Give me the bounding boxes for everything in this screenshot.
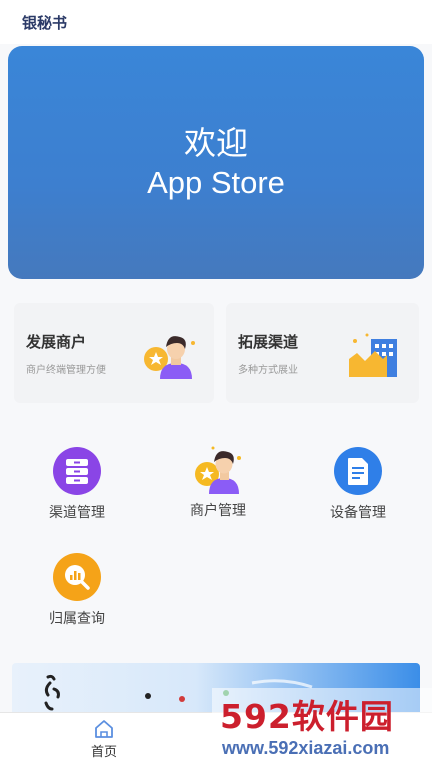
grid-item-label: 商户管理 bbox=[190, 503, 246, 519]
grid-item-label: 渠道管理 bbox=[49, 505, 105, 521]
grid-item-channel-management[interactable]: 渠道管理 bbox=[22, 446, 132, 522]
watermark-url: www.592xiazai.com bbox=[222, 738, 390, 758]
grid-item-device-management[interactable]: 设备管理 bbox=[303, 446, 413, 522]
search-chart-icon bbox=[53, 553, 101, 601]
merchant-avatar-icon bbox=[195, 446, 241, 494]
watermark-brand: 592软件园 bbox=[220, 697, 394, 736]
grid-item-merchant-management[interactable]: 商户管理 bbox=[163, 444, 273, 520]
app-title: 银秘书 bbox=[22, 14, 68, 32]
banner-welcome-text: 欢迎 bbox=[183, 123, 248, 162]
grid-item-label: 设备管理 bbox=[330, 505, 386, 521]
top-bar: 银秘书 bbox=[0, 0, 432, 44]
channel-icon bbox=[53, 447, 101, 495]
expand-channel-card[interactable]: 拓展渠道 多种方式展业 bbox=[226, 303, 419, 403]
welcome-banner[interactable]: 欢迎 App Store bbox=[8, 46, 424, 279]
grid-item-ownership-query[interactable]: 归属查询 bbox=[22, 552, 132, 628]
tab-home[interactable]: 首页 bbox=[64, 719, 144, 760]
develop-merchant-card[interactable]: 发展商户 商户终端管理方便 bbox=[14, 303, 214, 403]
document-icon bbox=[334, 447, 382, 495]
card-subtitle: 多种方式展业 bbox=[238, 365, 298, 376]
card-title: 发展商户 bbox=[26, 333, 87, 351]
buildings-icon bbox=[349, 333, 397, 377]
card-subtitle: 商户终端管理方便 bbox=[26, 365, 106, 376]
tab-home-label: 首页 bbox=[90, 745, 117, 760]
grid-item-label: 归属查询 bbox=[49, 611, 105, 627]
card-title: 拓展渠道 bbox=[238, 333, 299, 351]
home-icon bbox=[95, 720, 113, 738]
merchant-avatar-icon bbox=[144, 336, 195, 379]
watermark: 592软件园 www.592xiazai.com bbox=[212, 688, 432, 768]
banner-app-store-text: App Store bbox=[147, 164, 285, 200]
